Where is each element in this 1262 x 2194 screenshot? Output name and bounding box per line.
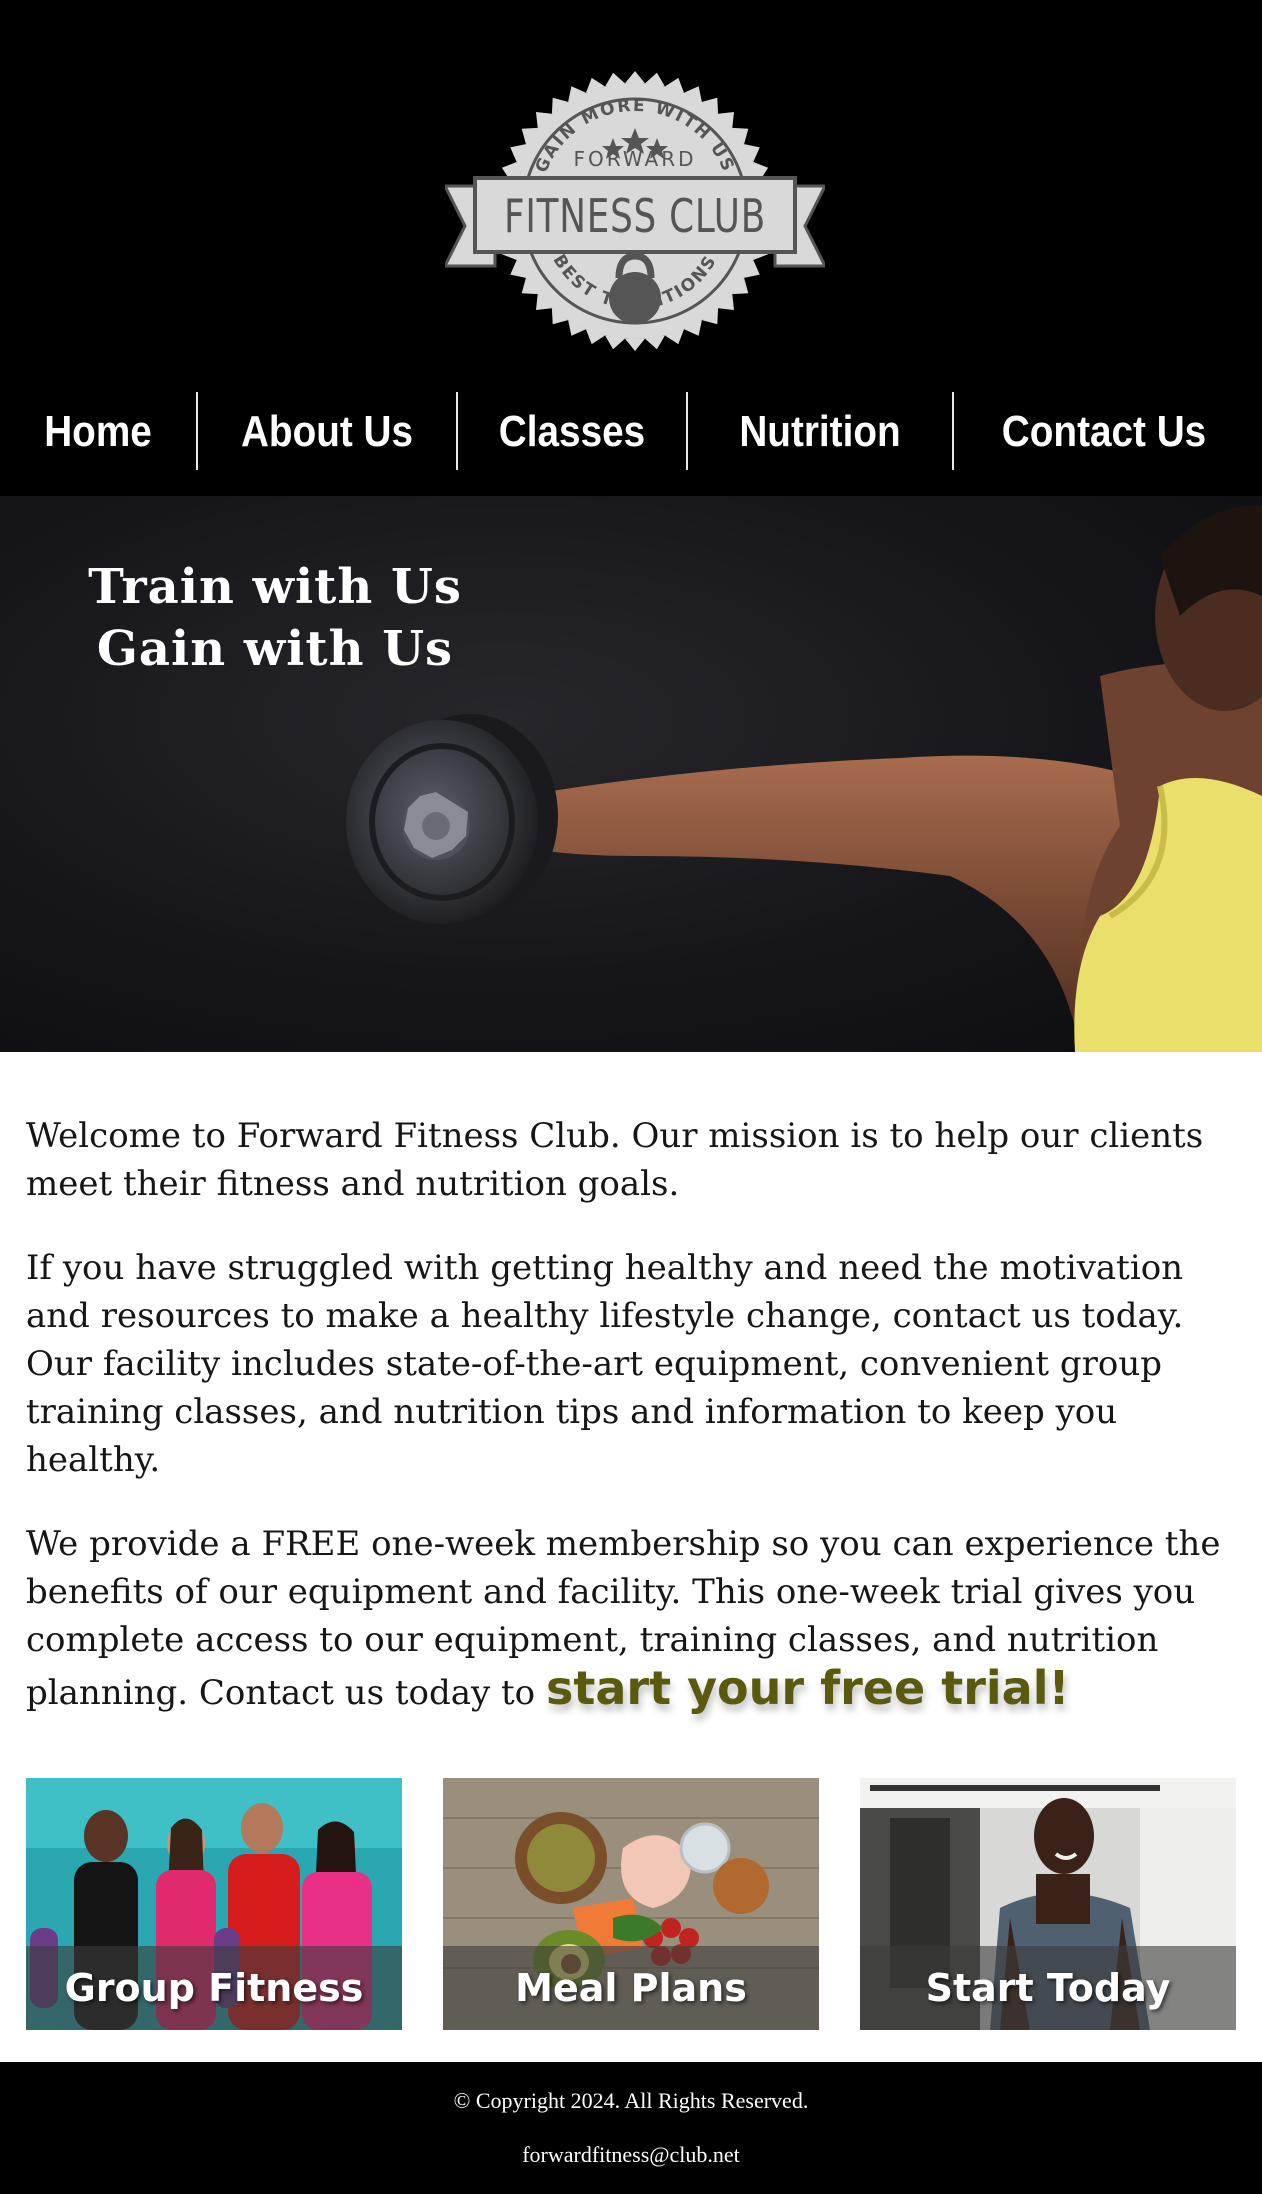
club-logo[interactable]: FORWARD FITNESS CLUB GAIN MORE WITH US B… xyxy=(445,66,825,356)
nav-divider xyxy=(952,392,954,470)
card-group-fitness[interactable]: Group Fitness xyxy=(26,1778,402,2030)
main-navigation: Home About Us Classes Nutrition Contact … xyxy=(0,392,1262,472)
nav-home[interactable]: Home xyxy=(12,392,184,472)
nav-divider xyxy=(686,392,688,470)
card-label-band: Start Today xyxy=(860,1946,1236,2030)
intro-paragraph: Welcome to Forward Fitness Club. Our mis… xyxy=(26,1116,1204,1204)
motivation-paragraph: If you have struggled with getting healt… xyxy=(26,1248,1184,1480)
nav-classes[interactable]: Classes xyxy=(472,392,673,472)
logo-subtitle: FORWARD xyxy=(574,147,697,171)
logo-badge: FORWARD FITNESS CLUB GAIN MORE WITH US B… xyxy=(445,71,825,351)
nav-contact-us[interactable]: Contact Us xyxy=(972,392,1236,472)
site-header: FORWARD FITNESS CLUB GAIN MORE WITH US B… xyxy=(0,0,1262,496)
card-meal-plans[interactable]: Meal Plans xyxy=(443,1778,819,2030)
footer-email-link[interactable]: forwardfitness@club.net xyxy=(0,2142,1262,2168)
nav-divider xyxy=(196,392,198,470)
card-label: Group Fitness xyxy=(64,1966,364,2010)
card-label-band: Meal Plans xyxy=(443,1946,819,2030)
nav-divider xyxy=(456,392,458,470)
trial-paragraph: We provide a FREE one-week membership so… xyxy=(26,1520,1236,1717)
copyright-text: © Copyright 2024. All Rights Reserved. xyxy=(453,2088,809,2113)
card-label-band: Group Fitness xyxy=(26,1946,402,2030)
hero-line-2: Gain with Us xyxy=(96,621,454,677)
logo-name: FITNESS CLUB xyxy=(504,189,766,243)
card-label: Meal Plans xyxy=(515,1966,747,2010)
nav-nutrition[interactable]: Nutrition xyxy=(704,392,936,472)
hero-headline: Train with Us Gain with Us xyxy=(40,556,510,680)
nav-about-us[interactable]: About Us xyxy=(213,392,440,472)
card-label: Start Today xyxy=(925,1966,1171,2010)
free-trial-link[interactable]: start your free trial! xyxy=(546,1661,1069,1715)
main-content: Welcome to Forward Fitness Club. Our mis… xyxy=(26,1112,1236,1717)
hero-banner: Train with Us Gain with Us xyxy=(0,496,1262,1052)
card-start-today[interactable]: Start Today xyxy=(860,1778,1236,2030)
hero-line-1: Train with Us xyxy=(88,559,462,615)
site-footer: © Copyright 2024. All Rights Reserved. f… xyxy=(0,2062,1262,2194)
